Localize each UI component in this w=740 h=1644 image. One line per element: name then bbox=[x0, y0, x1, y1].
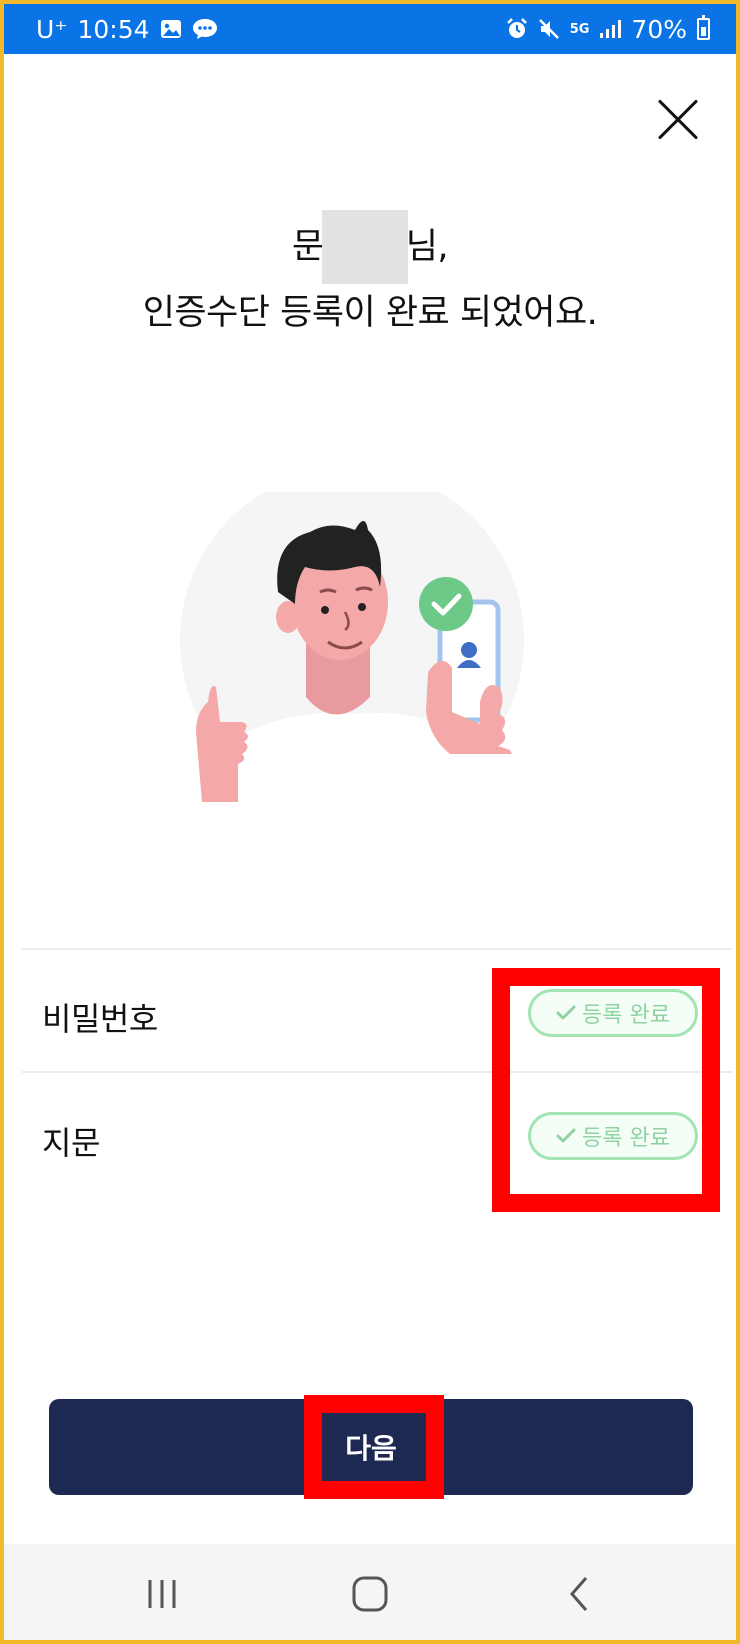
screen: U⁺ 10:54 5G 70% 문 님, 인증수단 등록이 완료 되었어요. 비… bbox=[4, 4, 736, 1640]
gallery-icon bbox=[160, 19, 182, 39]
status-right: 5G 70% bbox=[506, 15, 710, 44]
list-divider-top bbox=[22, 948, 732, 950]
greeting-suffix: 님, bbox=[405, 227, 449, 267]
method-label-fingerprint: 지문 bbox=[42, 1124, 100, 1162]
greeting-line: 문 님, bbox=[291, 210, 449, 284]
back-icon[interactable] bbox=[560, 1574, 600, 1614]
recent-apps-icon[interactable] bbox=[142, 1574, 182, 1614]
home-icon[interactable] bbox=[350, 1574, 390, 1614]
carrier-label: U⁺ bbox=[36, 14, 68, 44]
completion-message: 인증수단 등록이 완료 되었어요. bbox=[142, 293, 598, 333]
success-illustration bbox=[180, 468, 570, 832]
page-title: 문 님, 인증수단 등록이 완료 되었어요. bbox=[4, 210, 736, 342]
status-bar: U⁺ 10:54 5G 70% bbox=[4, 4, 736, 54]
next-button-label: 다음 bbox=[345, 1432, 397, 1465]
status-highlight-box bbox=[492, 968, 720, 1212]
alarm-icon bbox=[506, 18, 528, 40]
battery-icon bbox=[697, 15, 710, 40]
navigation-bar bbox=[4, 1544, 736, 1640]
network-type: 5G bbox=[569, 21, 590, 37]
masked-name bbox=[321, 210, 408, 284]
method-label-password: 비밀번호 bbox=[42, 1000, 158, 1038]
signal-icon bbox=[599, 19, 622, 39]
greeting-prefix: 문 bbox=[291, 227, 324, 267]
clock: 10:54 bbox=[77, 14, 150, 44]
close-icon[interactable] bbox=[654, 96, 702, 144]
mute-icon bbox=[538, 18, 560, 40]
message-icon bbox=[192, 18, 218, 40]
status-left: U⁺ 10:54 bbox=[36, 15, 218, 44]
battery-level: 70% bbox=[631, 14, 687, 44]
